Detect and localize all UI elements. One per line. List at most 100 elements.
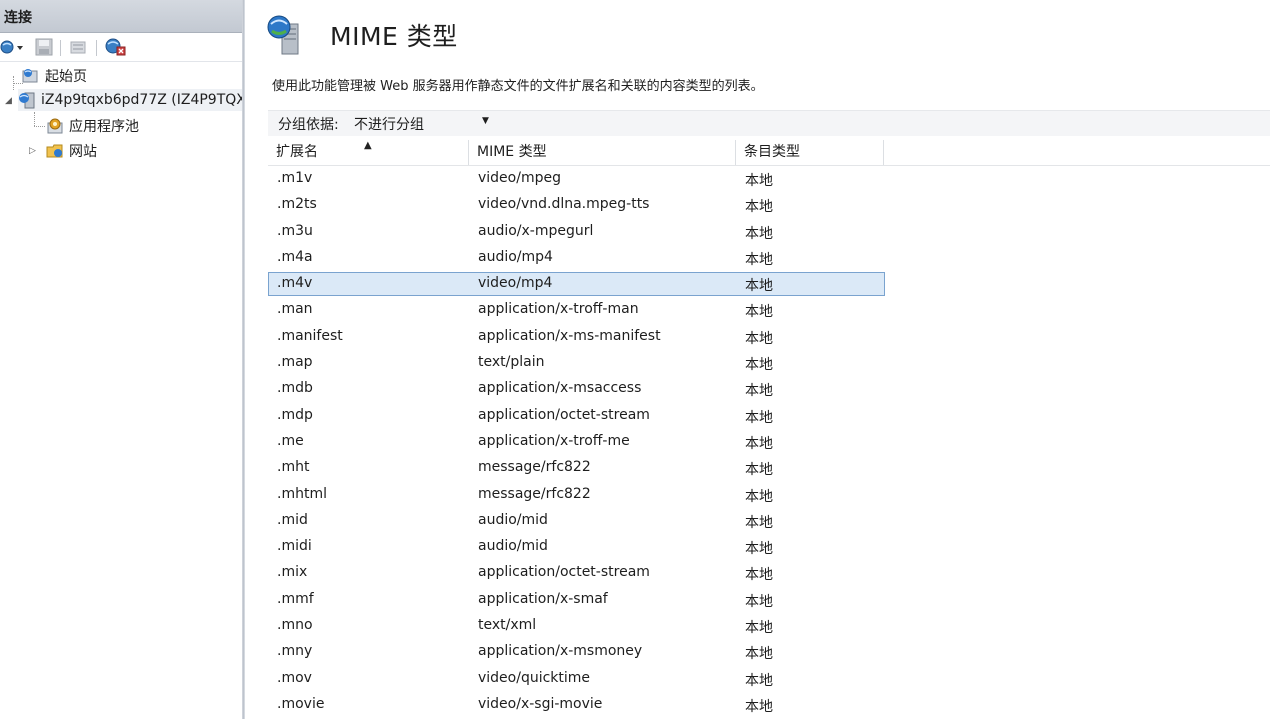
tree-item-app-pools[interactable]: 应用程序池 — [46, 115, 139, 137]
cell-extension: .m3u — [277, 222, 313, 239]
table-row[interactable]: .mny application/x-msmoney 本地 — [268, 639, 1270, 665]
cell-mime-type: audio/mid — [478, 538, 548, 555]
cell-mime-type: video/x-sgi-movie — [478, 695, 603, 712]
expand-arrow-icon[interactable]: ▷ — [29, 146, 36, 156]
cell-extension: .mht — [277, 459, 310, 476]
table-row[interactable]: .mdb application/x-msaccess 本地 — [268, 376, 1270, 402]
cell-mime-type: application/octet-stream — [478, 564, 650, 581]
cell-entry-type: 本地 — [745, 698, 773, 715]
sort-ascending-icon: ▲ — [364, 140, 372, 151]
cell-mime-type: video/mpeg — [478, 170, 561, 186]
column-header-mime-type[interactable]: MIME 类型 — [469, 140, 736, 165]
cell-mime-type: message/rfc822 — [478, 459, 591, 476]
mime-types-icon — [267, 15, 299, 55]
cell-extension: .map — [277, 354, 313, 371]
cell-mime-type: text/xml — [478, 617, 537, 634]
table-row[interactable]: .m2ts video/vnd.dlna.mpeg-tts 本地 — [268, 192, 1270, 218]
table-row[interactable]: .me application/x-troff-me 本地 — [268, 429, 1270, 455]
cell-entry-type: 本地 — [745, 620, 773, 637]
tree-item-server[interactable]: iZ4p9tqxb6pd77Z (IZ4P9TQXB6PD77Z\Adminis… — [18, 89, 243, 111]
column-header-entry-type[interactable]: 条目类型 — [736, 140, 884, 165]
app-pool-icon — [47, 118, 63, 134]
grid-header: 扩展名 ▲ MIME 类型 条目类型 — [268, 140, 1270, 166]
tree-item-sites[interactable]: 网站 — [46, 140, 97, 162]
row-selection-highlight — [268, 272, 885, 297]
tree-connector — [34, 126, 45, 127]
connections-toolbar — [0, 33, 243, 62]
cell-extension: .movie — [277, 695, 325, 712]
cell-entry-type: 本地 — [745, 383, 773, 400]
cell-entry-type: 本地 — [745, 357, 773, 374]
cell-entry-type: 本地 — [745, 488, 773, 505]
column-header-extension-label: 扩展名 — [276, 144, 318, 160]
save-icon[interactable] — [34, 37, 54, 57]
cell-extension: .man — [277, 301, 313, 318]
table-row[interactable]: .m4v video/mp4 本地 — [268, 271, 1270, 297]
page-title: MIME 类型 — [330, 22, 458, 51]
group-by-dropdown[interactable]: 不进行分组 — [354, 114, 424, 134]
toolbar-separator — [96, 40, 97, 56]
cell-extension: .midi — [277, 538, 312, 555]
table-row[interactable]: .m3u audio/x-mpegurl 本地 — [268, 219, 1270, 245]
table-row[interactable]: .map text/plain 本地 — [268, 350, 1270, 376]
table-row[interactable]: .movie video/x-sgi-movie 本地 — [268, 692, 1270, 718]
cell-entry-type: 本地 — [745, 567, 773, 584]
cell-mime-type: audio/mp4 — [478, 248, 553, 265]
tree-label-server: iZ4p9tqxb6pd77Z (IZ4P9TQXB6PD77Z\Adminis… — [41, 92, 243, 108]
cell-extension: .mov — [277, 669, 312, 686]
column-header-mime-type-label: MIME 类型 — [477, 144, 547, 160]
table-row[interactable]: .mmf application/x-smaf 本地 — [268, 587, 1270, 613]
tree-connector — [34, 112, 35, 126]
cell-mime-type: audio/mid — [478, 511, 548, 528]
cell-extension: .m4v — [277, 275, 313, 292]
cell-extension: .mno — [277, 617, 313, 634]
table-row[interactable]: .m1v video/mpeg 本地 — [268, 166, 1270, 192]
cell-entry-type: 本地 — [745, 278, 773, 295]
cell-extension: .mid — [277, 511, 308, 528]
cell-mime-type: video/quicktime — [478, 669, 591, 686]
cell-mime-type: application/x-msaccess — [478, 380, 642, 397]
cell-entry-type: 本地 — [745, 514, 773, 531]
table-row[interactable]: .mix application/octet-stream 本地 — [268, 560, 1270, 586]
cell-entry-type: 本地 — [745, 435, 773, 452]
table-row[interactable]: .mov video/quicktime 本地 — [268, 666, 1270, 692]
cell-entry-type: 本地 — [745, 199, 773, 216]
delete-connection-icon[interactable] — [68, 37, 90, 57]
cell-entry-type: 本地 — [745, 251, 773, 268]
cell-mime-type: text/plain — [478, 354, 545, 371]
cell-extension: .mny — [277, 643, 313, 660]
tree-label-start-page: 起始页 — [45, 69, 87, 85]
table-row[interactable]: .mid audio/mid 本地 — [268, 508, 1270, 534]
table-row[interactable]: .mdp application/octet-stream 本地 — [268, 403, 1270, 429]
pane-splitter[interactable] — [242, 0, 245, 719]
table-row[interactable]: .midi audio/mid 本地 — [268, 534, 1270, 560]
cell-entry-type: 本地 — [745, 409, 773, 426]
table-row[interactable]: .mht message/rfc822 本地 — [268, 455, 1270, 481]
table-row[interactable]: .man application/x-troff-man 本地 — [268, 297, 1270, 323]
cell-mime-type: application/octet-stream — [478, 406, 650, 423]
connect-server-icon[interactable] — [104, 37, 128, 57]
cell-extension: .mhtml — [277, 485, 327, 502]
table-row[interactable]: .mhtml message/rfc822 本地 — [268, 482, 1270, 508]
cell-mime-type: application/x-msmoney — [478, 643, 643, 660]
group-by-bar: 分组依据: 不进行分组 ▼ — [268, 110, 1270, 136]
cell-entry-type: 本地 — [745, 541, 773, 558]
dropdown-arrow-icon[interactable]: ▼ — [482, 116, 489, 126]
cell-extension: .mdb — [277, 380, 313, 397]
cell-mime-type: application/x-troff-me — [478, 432, 630, 449]
cell-entry-type: 本地 — [745, 173, 773, 189]
cell-mime-type: video/mp4 — [478, 275, 553, 292]
cell-mime-type: application/x-troff-man — [478, 301, 639, 318]
cell-mime-type: application/x-ms-manifest — [478, 327, 661, 344]
page-description: 使用此功能管理被 Web 服务器用作静态文件的文件扩展名和关联的内容类型的列表。 — [272, 79, 764, 94]
cell-extension: .mdp — [277, 406, 313, 423]
table-row[interactable]: .mno text/xml 本地 — [268, 613, 1270, 639]
collapse-arrow-icon[interactable]: ◢ — [5, 96, 12, 106]
tree-item-start-page[interactable]: 起始页 — [22, 65, 87, 87]
table-row[interactable]: .manifest application/x-ms-manifest 本地 — [268, 324, 1270, 350]
table-row[interactable]: .m4a audio/mp4 本地 — [268, 245, 1270, 271]
connect-icon[interactable] — [0, 37, 26, 57]
connections-title: 连接 — [4, 10, 32, 26]
cell-extension: .m4a — [277, 248, 313, 265]
mime-types-list: .m1v video/mpeg 本地 .m2ts video/vnd.dlna.mpeg… — [268, 166, 1270, 718]
